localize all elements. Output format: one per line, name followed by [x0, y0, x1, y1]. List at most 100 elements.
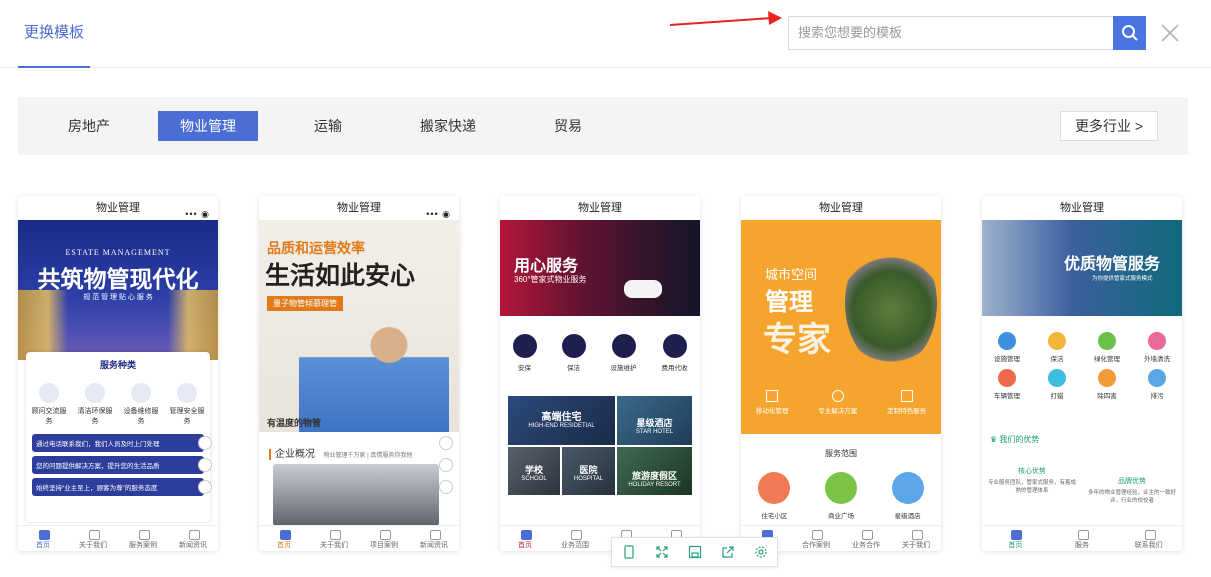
tab-home[interactable]: 首页	[259, 526, 309, 551]
service-label: 管理安全服务	[169, 408, 205, 425]
consult-icon	[39, 383, 59, 403]
share-icon[interactable]	[711, 538, 744, 566]
tab-cases[interactable]: 项目案例	[359, 526, 409, 551]
fullscreen-icon[interactable]	[645, 538, 678, 566]
grid-label: 排污	[1150, 393, 1164, 400]
tab-business[interactable]: 业务范围	[550, 526, 600, 551]
feature-label: 定制特色服务	[887, 408, 927, 415]
banner-title: 优质物管服务	[1064, 256, 1161, 273]
banner-sub: 360°管家式物业服务	[514, 275, 587, 284]
gloved-hand	[624, 280, 662, 298]
icon-label: 费用代收	[661, 365, 688, 372]
security-icon	[512, 334, 537, 358]
banner-title: 用心服务	[514, 258, 579, 275]
wall-wash-icon	[1148, 332, 1166, 350]
industry-filter-bar: 房地产 物业管理 运输 搬家快递 贸易 更多行业 >	[18, 97, 1188, 155]
tab-bar: 首页 关于我们 服务案例 新闻资讯	[18, 525, 218, 551]
tab-cooperation[interactable]: 业务合作	[841, 526, 891, 551]
icon-label: 设施维护	[610, 365, 637, 372]
tab-cases[interactable]: 合作案例	[791, 526, 841, 551]
tab-bar: 首页 关于我们 项目案例 新闻资讯	[259, 525, 459, 551]
crown-icon: ♛	[990, 435, 998, 444]
cleaning-icon	[561, 334, 586, 358]
grid-label: 除四害	[1097, 393, 1117, 400]
residence-icon	[758, 472, 791, 504]
cleaning-icon	[1048, 332, 1066, 350]
tab-home[interactable]: 首页	[500, 526, 550, 551]
section-title: 我们的优势	[999, 435, 1040, 444]
template-card-5[interactable]: 物业管理 优质物管服务 为你提供管家式服务模式 设施管理 保洁 绿化管理 外墙清…	[982, 196, 1182, 551]
floating-icons	[198, 436, 214, 502]
template-card-2[interactable]: 物业管理 ••• ◉ 品质和运营效率 生活如此安心 量子物管倾慕理管 有温度的物…	[259, 196, 459, 551]
more-industries-button[interactable]: 更多行业 >	[1060, 111, 1158, 141]
template-card-4[interactable]: 物业管理 城市空间 管理 专家 移动化管理 专业解决方案 定制特色服务 服务范围…	[741, 196, 941, 551]
notice-bar: 通过电话联系我们，我们人员及时上门处理	[32, 434, 204, 452]
banner: ESTATE MANAGEMENT 共筑物管现代化 规 范 管 理 贴 心 服 …	[18, 220, 218, 360]
search-button[interactable]	[1113, 16, 1146, 50]
tile-cn: 医院	[579, 465, 598, 475]
industry-property-management[interactable]: 物业管理	[158, 111, 258, 141]
tab-change-template[interactable]: 更换模板	[18, 0, 91, 68]
grid-label: 外墙清洗	[1144, 356, 1170, 363]
banner-line: 城市空间	[765, 267, 818, 282]
banner-ribbon: 量子物管倾慕理管	[267, 296, 343, 311]
advantage-text: 多年的物业管理经验，业主的一致好评，行业的佼佼者	[1088, 490, 1177, 504]
card-title: 物业管理	[819, 202, 863, 214]
tab-about[interactable]: 关于我们	[309, 526, 359, 551]
save-icon[interactable]	[678, 538, 711, 566]
close-icon[interactable]	[1158, 21, 1182, 45]
settings-icon[interactable]	[744, 538, 777, 566]
mobile-icon	[766, 390, 779, 402]
industry-moving-express[interactable]: 搬家快递	[408, 111, 488, 141]
advantage-title: 核心优势	[1018, 468, 1046, 475]
advantage-text: 专业服务团队，管家式服务，有着成熟的管理体系	[988, 480, 1077, 494]
wax-icon	[1048, 369, 1066, 387]
banner-sub: 规 范 管 理 贴 心 服 务	[83, 294, 153, 301]
section-title: 服务种类	[99, 360, 136, 370]
template-toolbar	[611, 537, 778, 567]
tab-about[interactable]: 关于我们	[68, 526, 118, 551]
card-title: 物业管理	[578, 202, 622, 214]
tab-home[interactable]: 首页	[982, 526, 1049, 551]
custom-icon	[900, 390, 913, 402]
service-label: 设备维修服务	[123, 408, 159, 425]
banner-headline: 品质和运营效率	[267, 240, 365, 256]
vehicle-icon	[998, 369, 1016, 387]
pest-icon	[1098, 369, 1116, 387]
service-label: 清洁环保服务	[77, 408, 113, 425]
tile-en: HOLIDAY RESORT	[628, 482, 681, 488]
banner-caption: 有温度的物管	[267, 418, 322, 428]
phone-icon[interactable]	[612, 538, 645, 566]
grid-label: 绿化管理	[1094, 356, 1120, 363]
red-arrow-annotation	[669, 11, 782, 26]
tab-news[interactable]: 新闻资讯	[168, 526, 218, 551]
banner: 用心服务 360°管家式物业服务	[500, 220, 700, 316]
industry-transport[interactable]: 运输	[298, 111, 358, 141]
banner-headline: 生活如此安心	[265, 262, 416, 290]
facility-icon	[998, 332, 1016, 350]
tile-hotel: 星级酒店 STAR HOTEL	[617, 396, 692, 445]
tab-news[interactable]: 新闻资讯	[409, 526, 459, 551]
icon-label: 保洁	[567, 365, 580, 372]
banner-sub: 为你提供管家式服务模式	[1092, 276, 1153, 282]
tab-service[interactable]: 服务	[1049, 526, 1116, 551]
tile-cn: 旅游度假区	[631, 471, 677, 481]
banner-en: ESTATE MANAGEMENT	[65, 248, 171, 257]
service-panel: 服务种类 顾问交流服务 清洁环保服务 设备维修服务 管理安全服务 通过电话联系我…	[26, 352, 210, 522]
floating-icons	[439, 436, 455, 502]
industry-real-estate[interactable]: 房地产	[54, 111, 124, 141]
industry-trade[interactable]: 贸易	[538, 111, 598, 141]
tab-about[interactable]: 关于我们	[891, 526, 941, 551]
tab-contact[interactable]: 联系我们	[1115, 526, 1182, 551]
payment-icon	[662, 334, 687, 358]
template-card-1[interactable]: 物业管理 ••• ◉ ESTATE MANAGEMENT 共筑物管现代化 规 范…	[18, 196, 218, 551]
greening-icon	[1098, 332, 1116, 350]
search-input[interactable]: 搜索您想要的模板	[788, 16, 1114, 50]
template-card-3[interactable]: 物业管理 用心服务 360°管家式物业服务 安保 保洁 设施维护 费用代收 高端…	[500, 196, 700, 551]
feature-label: 移动化管理	[755, 408, 789, 415]
tile-en: SCHOOL	[521, 476, 547, 482]
tab-home[interactable]: 首页	[18, 526, 68, 551]
maintenance-icon	[611, 334, 636, 358]
tab-cases[interactable]: 服务案例	[118, 526, 168, 551]
banner: 城市空间 管理 专家 移动化管理 专业解决方案 定制特色服务	[741, 220, 941, 434]
